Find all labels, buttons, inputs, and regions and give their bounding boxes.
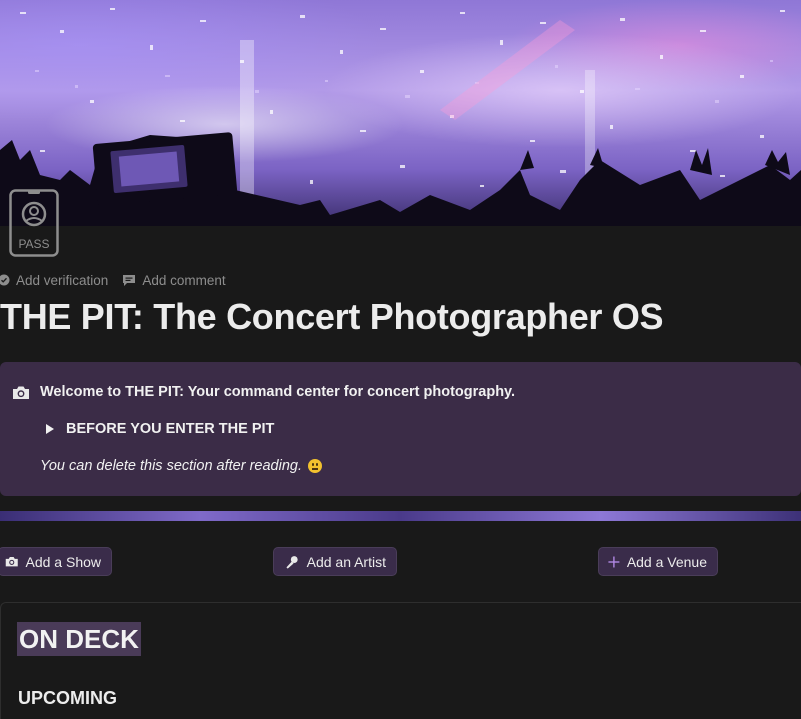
callout-note-text: You can delete this section after readin… [40, 458, 302, 474]
page-title[interactable]: THE PIT: The Concert Photographer OS [0, 296, 801, 338]
cover-image [0, 0, 801, 226]
callout-note: You can delete this section after readin… [40, 458, 322, 474]
comment-icon [123, 274, 136, 286]
add-comment-label: Add comment [142, 272, 226, 288]
add-verification-label: Add verification [16, 272, 109, 288]
verified-badge-icon [0, 274, 10, 286]
before-you-enter-toggle[interactable]: BEFORE YOU ENTER THE PIT [46, 421, 274, 437]
plus-icon [608, 556, 620, 567]
toggle-label: BEFORE YOU ENTER THE PIT [66, 421, 275, 437]
add-show-button[interactable]: Add a Show [0, 547, 112, 576]
page-meta-row: Add verification Add comment [0, 271, 226, 289]
decorative-divider [0, 511, 801, 521]
camera-icon [5, 557, 18, 567]
upcoming-heading[interactable]: UPCOMING [18, 688, 117, 709]
pass-badge-icon[interactable]: PASS [9, 189, 59, 257]
microphone-icon [286, 555, 298, 569]
add-artist-label: Add an Artist [306, 553, 386, 570]
pass-label: PASS [18, 237, 49, 251]
add-comment-button[interactable]: Add comment [122, 272, 226, 288]
on-deck-section [0, 602, 801, 719]
add-artist-button[interactable]: Add an Artist [273, 547, 397, 576]
add-venue-button[interactable]: Add a Venue [598, 547, 718, 576]
welcome-callout: Welcome to THE PIT: Your command center … [0, 362, 801, 496]
on-deck-heading[interactable]: ON DECK [17, 622, 141, 656]
callout-headline: Welcome to THE PIT: Your command center … [40, 384, 516, 400]
camera-icon [13, 386, 29, 399]
toggle-triangle-icon[interactable] [46, 424, 54, 434]
add-show-label: Add a Show [25, 553, 102, 570]
smiley-emoji-icon [307, 459, 322, 473]
add-verification-button[interactable]: Add verification [0, 273, 108, 288]
add-venue-label: Add a Venue [626, 553, 707, 570]
